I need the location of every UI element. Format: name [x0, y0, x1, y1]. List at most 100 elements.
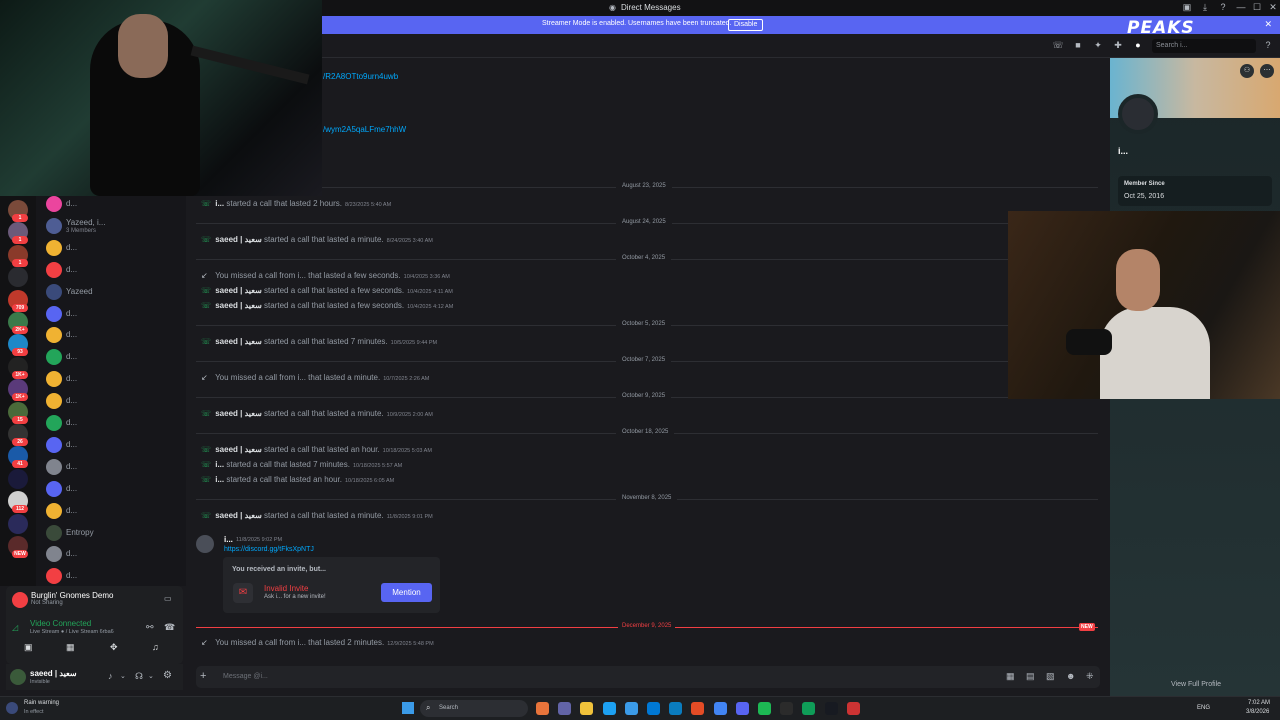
maximize-button[interactable]: ☐ [1250, 2, 1264, 14]
user-name[interactable]: saeed | سعيد [30, 669, 77, 678]
message-avatar[interactable] [196, 535, 214, 553]
disable-streamer-mode-button[interactable]: Disable [728, 19, 764, 31]
disconnect-icon[interactable]: ☎ [164, 622, 175, 633]
dm-name: d... [66, 571, 78, 581]
discord-icon[interactable] [735, 702, 749, 715]
dm-list-item[interactable]: Yazeed, i... 3 Members [44, 217, 184, 238]
headphones-icon[interactable]: ☊ [135, 671, 143, 682]
more-options-icon[interactable]: ⋯ [1260, 64, 1274, 78]
call-participant[interactable]: i... [215, 460, 224, 469]
call-participant[interactable]: i... [215, 199, 224, 208]
message-author[interactable]: i... [224, 535, 233, 544]
add-friend-icon[interactable]: ⚇ [1240, 64, 1254, 78]
pin-icon[interactable]: ✦ [1092, 40, 1104, 52]
call-participant[interactable]: saeed | سعيد [215, 286, 262, 295]
call-participant[interactable]: saeed | سعيد [215, 445, 262, 454]
edge-icon[interactable] [602, 702, 616, 715]
settings-gear-icon[interactable]: ⚙ [163, 670, 172, 681]
noise-suppression-icon[interactable]: ⚯ [146, 622, 154, 633]
office-icon[interactable] [691, 702, 705, 715]
dm-list-item[interactable]: d... [44, 371, 184, 391]
dm-list-item[interactable]: d... [44, 502, 184, 523]
game-icon[interactable] [846, 702, 860, 715]
camera-off-icon[interactable]: ▣ [24, 642, 33, 653]
chevron-down-icon[interactable]: ⌄ [120, 672, 126, 680]
user-profile-icon[interactable]: ● [1132, 40, 1144, 52]
activities-icon[interactable]: ✥ [110, 642, 118, 653]
weather-icon[interactable] [6, 702, 18, 714]
emoji-icon[interactable]: ☻ [1066, 671, 1075, 681]
fileexplorer-icon[interactable] [536, 702, 549, 715]
sticker-icon[interactable]: ▧ [1046, 671, 1055, 682]
dm-list-item[interactable]: d... [44, 239, 184, 260]
screen-share-button[interactable]: ▦ [66, 642, 75, 653]
user-avatar[interactable] [10, 669, 26, 685]
video-call-icon[interactable]: ■ [1072, 40, 1084, 52]
dm-list-item[interactable]: d... [44, 196, 184, 216]
dm-list-item[interactable]: d... [44, 546, 184, 566]
inbox-icon[interactable]: ▣ [1180, 2, 1194, 14]
close-button[interactable]: ✕ [1266, 2, 1280, 14]
add-attachment-icon[interactable]: + [200, 670, 206, 682]
dm-list-item[interactable]: Yazeed [44, 283, 184, 304]
language-indicator[interactable]: ENG [1197, 705, 1210, 711]
call-participant[interactable]: saeed | سعيد [215, 235, 262, 244]
terminal-icon[interactable] [780, 702, 794, 715]
call-participant[interactable]: i... [215, 475, 224, 484]
gif-icon[interactable]: ▤ [1026, 671, 1035, 682]
dm-list-item[interactable]: d... [44, 261, 184, 282]
dm-list-item[interactable]: d... [44, 436, 184, 457]
search-input[interactable]: Search i... [1152, 39, 1256, 53]
invite-link[interactable]: https://discord.gg/tFksXpNTJ [224, 546, 314, 553]
windows-start-icon[interactable] [402, 702, 414, 714]
voice-status[interactable]: Video Connected [30, 619, 91, 628]
close-banner-icon[interactable]: ✕ [1264, 19, 1272, 30]
taskbar-search[interactable]: ⌕ Search [420, 700, 528, 717]
chrome-icon[interactable] [713, 702, 727, 715]
apps-icon[interactable]: ⁜ [1086, 671, 1094, 682]
help-icon[interactable]: ? [1262, 40, 1274, 52]
message-link-2[interactable]: /wym2A5qaLFme7hhW [323, 125, 406, 134]
server-icon[interactable] [8, 468, 28, 489]
clock-time[interactable]: 7:02 AM [1248, 700, 1270, 706]
call-participant[interactable]: saeed | سعيد [215, 511, 262, 520]
microphone-icon[interactable]: ♪ [108, 671, 113, 681]
help-icon[interactable]: ? [1216, 2, 1230, 14]
minimize-button[interactable]: — [1234, 2, 1248, 14]
obs-icon[interactable] [802, 702, 816, 715]
voice-call-icon[interactable]: ☏ [1052, 40, 1064, 52]
screen-share-icon[interactable]: ▭ [164, 594, 172, 603]
dm-list-item[interactable]: d... [44, 327, 184, 347]
dm-list-item[interactable]: d... [44, 458, 184, 479]
outlook-icon[interactable] [647, 702, 660, 715]
steam-icon[interactable] [824, 702, 838, 715]
dm-list-item[interactable]: d... [44, 393, 184, 413]
mail-icon[interactable] [669, 702, 683, 715]
spotify-icon[interactable] [758, 702, 771, 715]
message-input[interactable]: Message @i... [223, 673, 268, 680]
call-participant[interactable]: saeed | سعيد [215, 409, 262, 418]
chevron-down-icon[interactable]: ⌄ [148, 672, 154, 680]
weather-label[interactable]: Rain warning [24, 700, 59, 706]
dm-list-item[interactable]: d... [44, 480, 184, 501]
call-participant[interactable]: saeed | سعيد [215, 301, 262, 310]
view-full-profile-link[interactable]: View Full Profile [1171, 681, 1221, 688]
message-link-1[interactable]: /R2A8OTto9urn4uwb [323, 72, 398, 81]
mention-button[interactable]: Mention [381, 583, 432, 602]
store-icon[interactable] [624, 702, 638, 715]
call-participant[interactable]: saeed | سعيد [215, 337, 262, 346]
folder-icon[interactable] [580, 702, 594, 715]
gift-icon[interactable]: ▦ [1006, 671, 1015, 682]
teams-icon[interactable] [558, 702, 572, 715]
profile-avatar[interactable] [1118, 94, 1158, 134]
soundboard-icon[interactable]: ♫ [152, 642, 159, 652]
server-icon[interactable] [8, 513, 28, 534]
download-icon[interactable]: ⤓ [1198, 2, 1212, 14]
dm-list-item[interactable]: d... [44, 415, 184, 435]
invite-icon: ✉ [233, 583, 253, 603]
add-friend-icon[interactable]: ✚ [1112, 40, 1124, 52]
dm-list-item[interactable]: Entropy [44, 524, 184, 545]
dm-list-item[interactable]: d... [44, 349, 184, 369]
dm-list-item[interactable]: d... [44, 305, 184, 326]
voice-channel[interactable]: Live Stream ● / Live Stream 6rba6 [30, 629, 114, 635]
